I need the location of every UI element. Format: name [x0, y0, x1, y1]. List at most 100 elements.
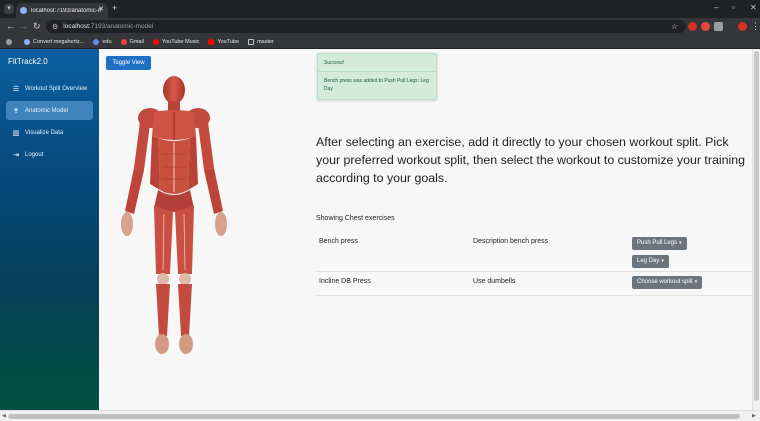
exercise-name: Incline DB Press [319, 278, 371, 285]
scroll-right-icon[interactable]: ▶ [752, 413, 756, 419]
folder-icon [248, 38, 255, 45]
caret-down-icon: ▾ [679, 240, 682, 246]
workout-day-dropdown[interactable]: Leg Day ▾ [632, 255, 669, 268]
maximize-icon[interactable]: ▫ [732, 3, 735, 12]
dropdown-label: Leg Day [637, 258, 660, 264]
bookmark-item[interactable]: master [248, 38, 274, 45]
bookmark-label: master [257, 38, 274, 45]
bookmark-apps-icon[interactable] [6, 38, 15, 45]
forward-icon[interactable]: → [19, 21, 28, 31]
right-calf[interactable] [178, 284, 192, 336]
sidebar-item-label: Workout Split Overview [25, 86, 88, 92]
browser-toolbar: ← → ↻ ⚙ localhost: 7193/anatomic-model ☆… [0, 18, 760, 35]
left-upper-arm[interactable] [134, 122, 150, 170]
back-icon[interactable]: ← [6, 21, 15, 31]
bookmark-item[interactable]: edu [93, 38, 112, 45]
bookmark-item[interactable]: YouTube Music [152, 38, 200, 45]
logout-icon: ⇥ [13, 152, 19, 159]
alert-title: Success! [318, 54, 436, 72]
right-hand [215, 212, 227, 236]
reload-icon[interactable]: ↻ [33, 21, 41, 32]
bookmark-star-icon[interactable]: ☆ [671, 22, 678, 31]
showing-label: Showing Chest exercises [316, 215, 395, 222]
extension-icon[interactable] [701, 22, 710, 31]
scrollbar-thumb[interactable] [754, 51, 759, 401]
menu-kebab-icon[interactable]: ⋮ [751, 21, 760, 32]
sidebar-item-anatomic-model[interactable]: ✝ Anatomic Model [6, 101, 93, 120]
bookmark-label: YouTube Music [161, 38, 200, 45]
bookmark-label: Gmail [129, 38, 144, 45]
main-content: Toggle View Success! Bench press was add… [99, 49, 760, 410]
right-upper-arm[interactable] [198, 122, 214, 170]
minimize-icon[interactable]: – [714, 3, 718, 12]
close-window-icon[interactable]: ✕ [750, 3, 757, 12]
success-alert: Success! Bench press was added to Push P… [317, 53, 437, 100]
sidebar-item-label: Anatomic Model [25, 107, 69, 114]
edu-icon [93, 38, 100, 45]
sidebar-item-logout[interactable]: ⇥ Logout [6, 146, 93, 164]
exercise-description: Description bench press [473, 238, 549, 245]
table-row: Bench press Description bench press Push… [316, 237, 760, 272]
dropdown-label: Choose workout split [637, 279, 693, 285]
sidebar: FitTrack2.0 ☰ Workout Split Overview ✝ A… [0, 49, 99, 410]
caret-down-icon: ▾ [694, 279, 698, 285]
vertical-scrollbar[interactable] [752, 49, 760, 410]
url-path: 7193/anatomic-model [90, 23, 154, 30]
site-info-icon[interactable]: ⚙ [52, 23, 58, 31]
sidebar-item-workout-split-overview[interactable]: ☰ Workout Split Overview [6, 80, 93, 98]
exercise-name: Bench press [319, 238, 358, 245]
browser-tabstrip: ▾ localhost:7193/anatomic-model ✕ + – ▫ … [0, 0, 760, 18]
tab-close-icon[interactable]: ✕ [98, 5, 104, 13]
address-bar[interactable]: ⚙ localhost: 7193/anatomic-model ☆ [46, 20, 686, 33]
bookmark-item[interactable]: YouTube [208, 38, 240, 45]
horizontal-scrollbar[interactable]: ◀ ▶ [0, 410, 760, 421]
anatomic-model-figure[interactable] [110, 74, 238, 359]
youtube-music-icon [152, 38, 159, 45]
gmail-icon [120, 38, 127, 45]
bookmarks-bar: Convert megahertz... edu Gmail YouTube M… [0, 35, 760, 49]
dropdown-label: Push Pull Legs [637, 240, 678, 246]
scrollbar-thumb[interactable] [8, 414, 740, 419]
convert-icon [24, 38, 30, 45]
bookmark-item[interactable]: Gmail [120, 38, 144, 45]
sidebar-item-visualize-data[interactable]: ▥ Visualize Data [6, 124, 93, 142]
tab-search-icon[interactable]: ▾ [4, 4, 14, 14]
url-host: localhost: [63, 23, 91, 30]
browser-tab[interactable]: localhost:7193/anatomic-model ✕ [16, 3, 108, 18]
left-hand [121, 212, 133, 236]
new-tab-icon[interactable]: + [112, 3, 117, 13]
caret-down-icon: ▾ [661, 258, 664, 264]
tab-title: localhost:7193/anatomic-model [31, 7, 101, 14]
brand-title[interactable]: FitTrack2.0 [8, 57, 48, 66]
left-forearm[interactable] [125, 168, 144, 214]
right-foot [179, 334, 193, 354]
list-icon: ☰ [12, 86, 20, 93]
bookmark-item[interactable]: Convert megahertz... [24, 38, 85, 45]
bar-icon: ▥ [12, 130, 20, 137]
exercise-description: Use dumbells [473, 278, 516, 285]
neck-muscle[interactable] [168, 101, 180, 111]
left-calf[interactable] [156, 284, 170, 336]
intro-text: After selecting an exercise, add it dire… [316, 135, 746, 185]
left-foot [155, 334, 169, 354]
scroll-left-icon[interactable]: ◀ [2, 413, 6, 419]
sidebar-item-label: Visualize Data [25, 130, 64, 136]
bookmark-label: YouTube [217, 38, 240, 45]
youtube-icon [208, 38, 215, 45]
alert-message: Bench press was added to Push Pull Legs:… [324, 78, 429, 92]
workout-split-dropdown[interactable]: Push Pull Legs ▾ [632, 237, 687, 250]
toggle-view-button[interactable]: Toggle View [106, 56, 151, 70]
sidebar-item-label: Logout [25, 152, 44, 158]
table-row: Incline DB Press Use dumbells Choose wor… [316, 276, 760, 296]
bookmark-label: edu [102, 38, 112, 45]
head-muscle[interactable] [163, 76, 185, 104]
extensions-puzzle-icon[interactable] [714, 22, 723, 31]
choose-workout-split-dropdown[interactable]: Choose workout split ▾ [632, 276, 703, 289]
person-icon: ✝ [13, 107, 19, 115]
app-root: FitTrack2.0 ☰ Workout Split Overview ✝ A… [0, 49, 760, 410]
right-forearm[interactable] [204, 168, 223, 214]
profile-avatar[interactable] [738, 22, 747, 31]
bookmark-label: Convert megahertz... [33, 38, 85, 45]
extension-icon[interactable] [688, 22, 697, 31]
tab-favicon-icon [20, 7, 27, 14]
